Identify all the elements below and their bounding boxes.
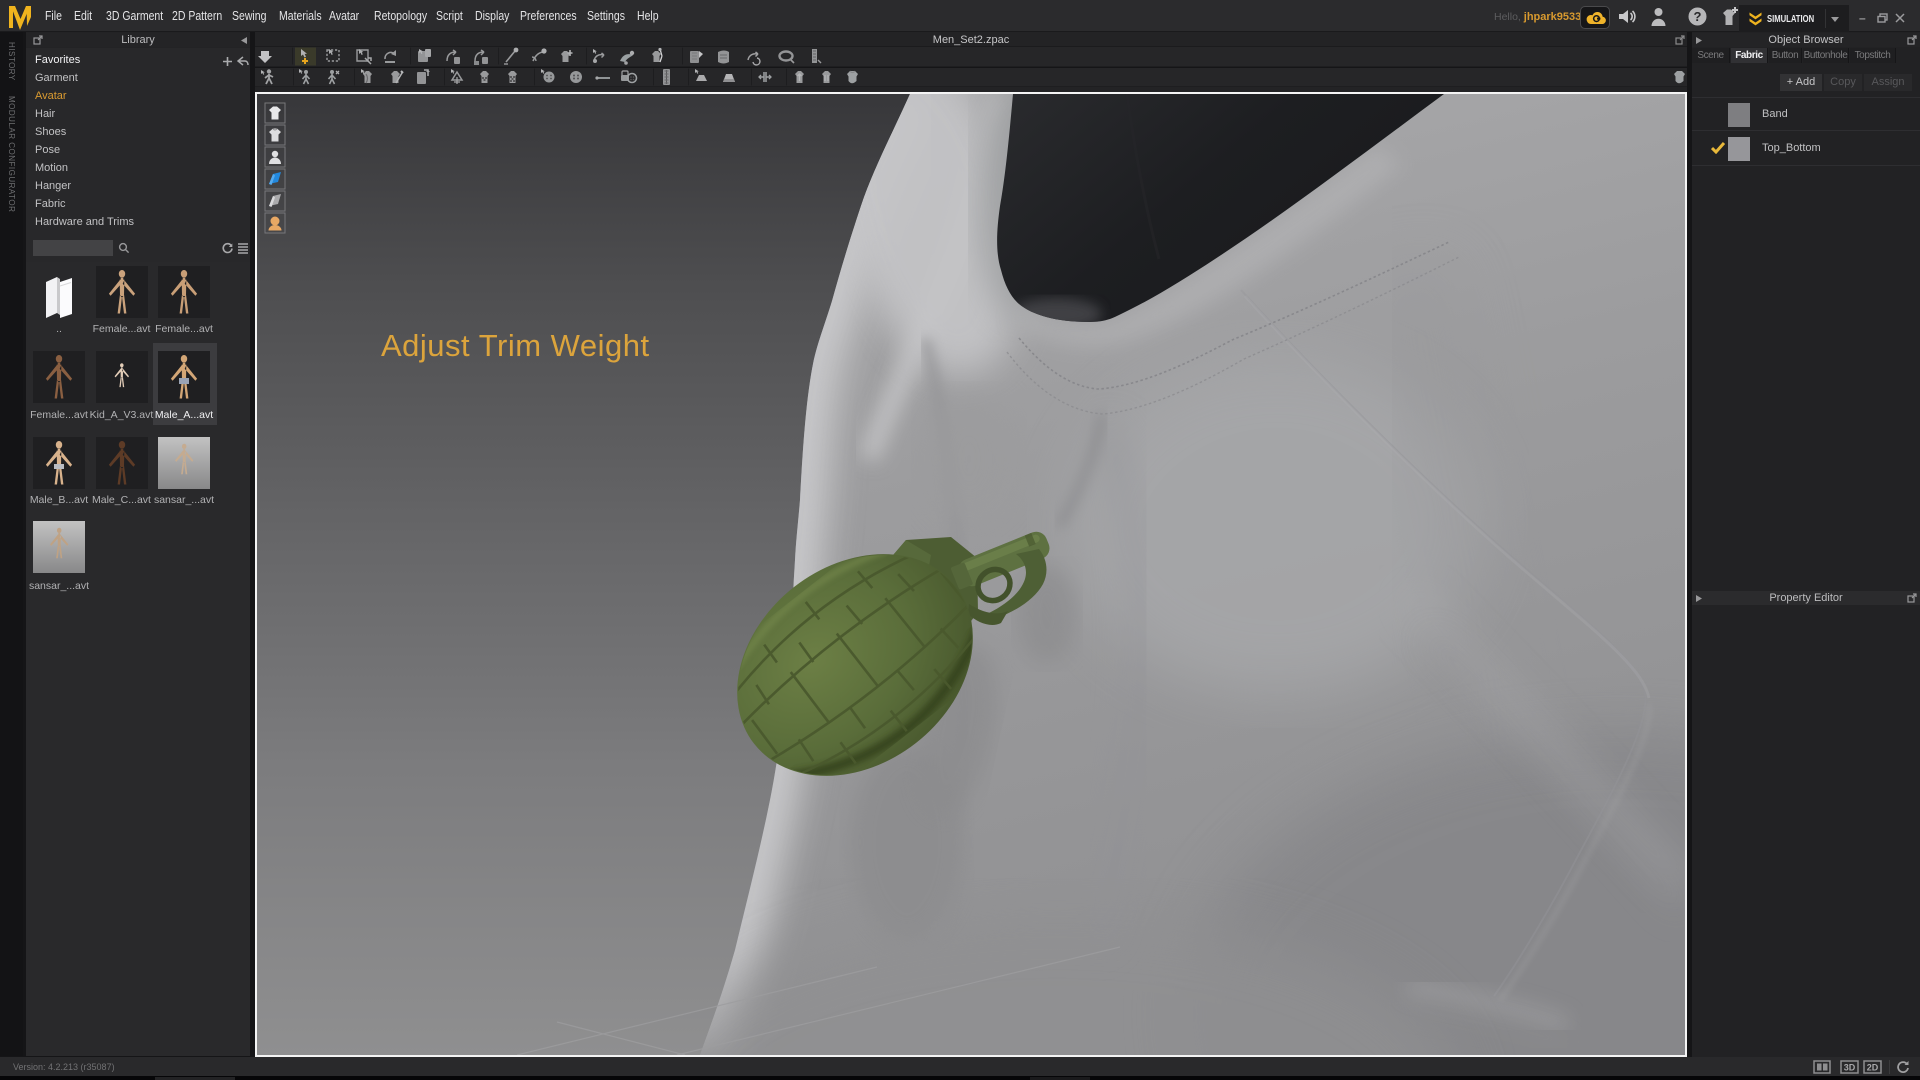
svg-text:Adjust Trim Weight: Adjust Trim Weight — [381, 328, 650, 363]
svg-text:?: ? — [1694, 9, 1702, 24]
svg-text:3D: 3D — [1844, 1063, 1856, 1073]
svg-text:2D: 2D — [1867, 1063, 1879, 1073]
